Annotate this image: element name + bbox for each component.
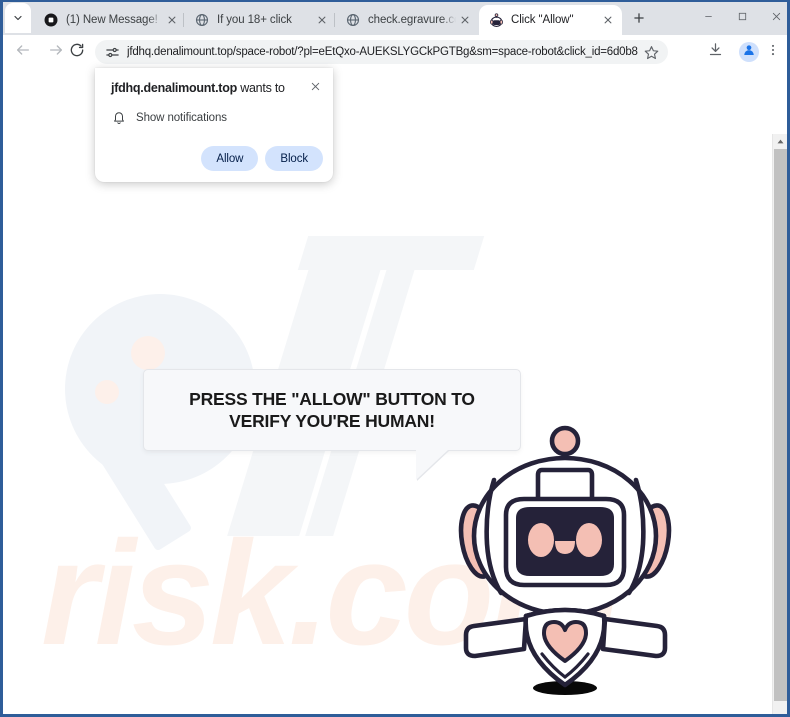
bell-icon xyxy=(111,110,127,126)
download-icon xyxy=(708,42,723,62)
watermark-slash xyxy=(297,236,485,270)
tab-click-allow[interactable]: Click "Allow" xyxy=(479,5,622,35)
globe-icon xyxy=(345,12,361,28)
tab-title: Click "Allow" xyxy=(511,14,574,26)
permission-label: Show notifications xyxy=(136,112,227,124)
forward-arrow-icon xyxy=(48,42,64,63)
url-text: jfdhq.denalimount.top/space-robot/?pl=eE… xyxy=(127,46,638,58)
downloads-button[interactable] xyxy=(704,41,726,63)
tab-divider xyxy=(183,13,184,27)
speech-bubble-tail xyxy=(416,450,448,480)
scroll-up-arrow-icon[interactable] xyxy=(773,134,787,149)
browser-window: (1) New Message! If you 18+ click check.… xyxy=(0,0,790,717)
new-tab-button[interactable] xyxy=(628,9,650,31)
browser-toolbar: jfdhq.denalimount.top/space-robot/?pl=eE… xyxy=(3,35,787,68)
tab-new-message[interactable]: (1) New Message! xyxy=(34,5,186,35)
back-button[interactable] xyxy=(10,39,36,65)
watermark-dot xyxy=(131,336,165,370)
page-scrollbar[interactable] xyxy=(772,134,787,714)
back-arrow-icon xyxy=(15,42,31,63)
chevron-down-icon xyxy=(12,12,24,24)
globe-icon xyxy=(194,12,210,28)
maximize-icon xyxy=(737,9,748,27)
permission-dialog-title: jfdhq.denalimount.top wants to xyxy=(111,81,291,95)
tab-divider xyxy=(334,13,335,27)
permission-dialog-origin: jfdhq.denalimount.top xyxy=(111,81,237,95)
permission-row: Show notifications xyxy=(111,110,227,126)
scrollbar-thumb[interactable] xyxy=(774,149,787,701)
address-bar[interactable]: jfdhq.denalimount.top/space-robot/?pl=eE… xyxy=(95,40,668,64)
reload-icon xyxy=(69,42,85,63)
tab-strip: (1) New Message! If you 18+ click check.… xyxy=(3,2,787,35)
tab-title: If you 18+ click xyxy=(217,14,292,26)
tab-search-button[interactable] xyxy=(5,3,31,33)
permission-dialog-title-suffix: wants to xyxy=(236,81,285,95)
plus-icon xyxy=(632,11,646,30)
block-button[interactable]: Block xyxy=(265,146,323,171)
close-icon xyxy=(310,79,321,97)
robot-mascot-illustration xyxy=(458,425,672,695)
permission-dialog-actions: Allow Block xyxy=(201,146,323,171)
close-icon xyxy=(771,9,782,27)
minimize-icon xyxy=(703,9,714,27)
watermark-dot xyxy=(95,380,119,404)
profile-button[interactable] xyxy=(739,42,759,62)
dark-circle-icon xyxy=(43,12,59,28)
window-close-button[interactable] xyxy=(754,2,787,34)
close-icon[interactable] xyxy=(599,11,617,29)
close-icon[interactable] xyxy=(456,11,474,29)
browser-menu-button[interactable] xyxy=(762,41,784,63)
tab-title: check.egravure.com/?6n xyxy=(368,14,456,26)
person-avatar-icon xyxy=(742,43,756,62)
tab-check-egravure[interactable]: check.egravure.com/?6n xyxy=(336,5,479,35)
tab-title: (1) New Message! xyxy=(66,14,158,26)
three-dot-menu-icon xyxy=(766,43,780,62)
close-icon[interactable] xyxy=(163,11,181,29)
permission-dialog-close-button[interactable] xyxy=(306,79,324,97)
tab-if-you-18-click[interactable]: If you 18+ click xyxy=(185,5,336,35)
notification-permission-dialog: jfdhq.denalimount.top wants to Show noti… xyxy=(95,68,333,182)
star-icon[interactable] xyxy=(642,43,660,61)
robot-favicon xyxy=(488,12,504,28)
tune-icon[interactable] xyxy=(104,44,120,60)
allow-button[interactable]: Allow xyxy=(201,146,259,171)
close-icon[interactable] xyxy=(313,11,331,29)
reload-button[interactable] xyxy=(64,39,90,65)
